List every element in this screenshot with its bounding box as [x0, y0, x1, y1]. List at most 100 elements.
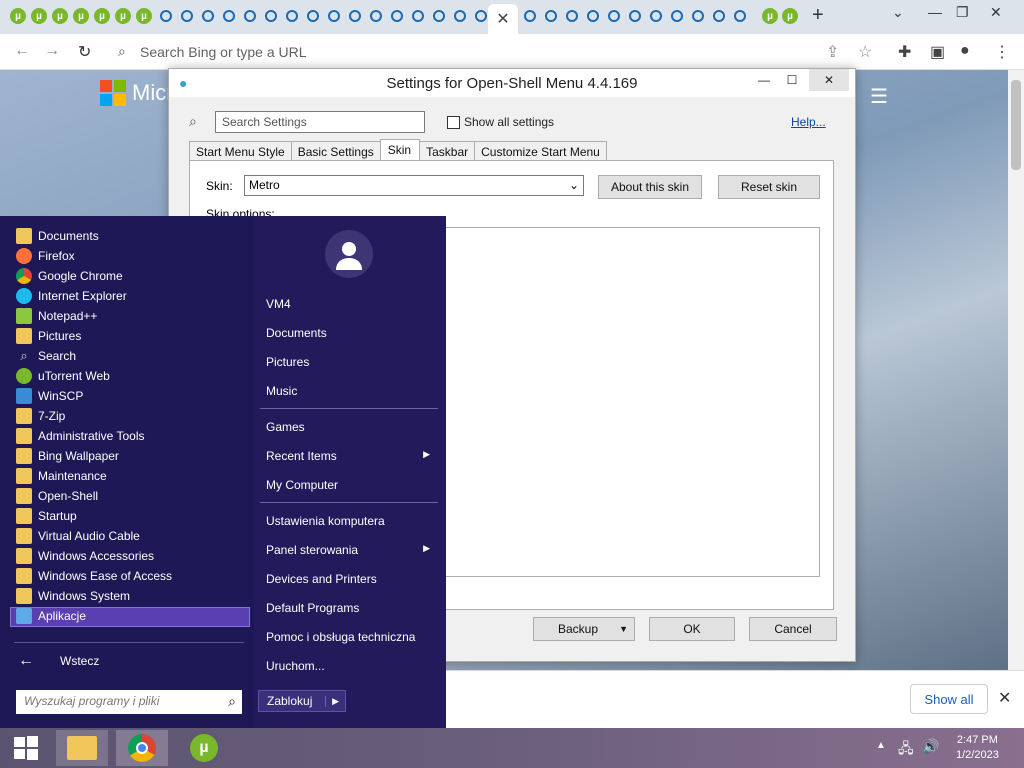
start-search-input[interactable]: Wyszukaj programy i pliki ⌕ [16, 690, 242, 714]
reload-icon[interactable]: ↻ [78, 42, 91, 62]
program-item[interactable]: Firefox [16, 246, 75, 266]
program-item[interactable]: Open-Shell [16, 486, 98, 506]
maximize-icon[interactable]: ☐ [777, 69, 807, 91]
search-tab-icon[interactable] [391, 10, 403, 22]
search-tab-icon[interactable] [713, 10, 725, 22]
show-all-button[interactable]: Show all [910, 684, 988, 714]
start-button[interactable] [0, 730, 52, 766]
utorrent-tab-icon[interactable]: µ [31, 8, 47, 24]
music-item[interactable]: Music [266, 384, 436, 398]
search-tab-icon[interactable] [181, 10, 193, 22]
lock-button[interactable]: Zablokuj ▶ [258, 690, 346, 712]
utorrent-tab-icon[interactable]: µ [52, 8, 68, 24]
share-icon[interactable]: ⇪ [826, 42, 839, 62]
help-link[interactable]: Help... [791, 115, 826, 129]
checkbox[interactable] [447, 115, 460, 129]
search-tab-icon[interactable] [349, 10, 361, 22]
utorrent-tab-icon[interactable]: µ [10, 8, 26, 24]
search-tab-icon[interactable] [692, 10, 704, 22]
back-button[interactable]: ← Wstecz [18, 652, 99, 670]
tab-list-chevron-icon[interactable]: ⌄ [892, 4, 904, 21]
forward-arrow-icon[interactable]: → [44, 42, 60, 60]
restore-icon[interactable]: ❐ [956, 4, 969, 21]
program-item[interactable]: Pictures [16, 326, 81, 346]
search-tab-icon[interactable] [286, 10, 298, 22]
user-name-item[interactable]: VM4 [266, 297, 436, 311]
pc-settings-item[interactable]: Ustawienia komputera [266, 514, 436, 528]
program-item[interactable]: Windows System [16, 586, 130, 606]
search-tab-icon[interactable] [223, 10, 235, 22]
program-item[interactable]: 7-Zip [16, 406, 65, 426]
program-item[interactable]: Internet Explorer [16, 286, 127, 306]
search-tab-icon[interactable] [244, 10, 256, 22]
close-window-icon[interactable]: ✕ [990, 4, 1002, 21]
program-item[interactable]: Google Chrome [16, 266, 123, 286]
control-panel-item[interactable]: Panel sterowania ▶ [266, 543, 436, 557]
documents-item[interactable]: Documents [266, 326, 436, 340]
search-icon[interactable]: ⌕ [228, 693, 236, 710]
minimize-icon[interactable]: — [928, 4, 942, 20]
tab-basic-settings[interactable]: Basic Settings [290, 141, 381, 161]
back-arrow-icon[interactable]: ← [14, 42, 30, 60]
skin-select[interactable]: Metro ⌄ [244, 175, 584, 196]
menu-dots-icon[interactable]: ⋮ [994, 42, 1010, 62]
utorrent-tab-icon[interactable]: µ [762, 8, 778, 24]
active-tab-close-button[interactable]: ✕ [488, 4, 518, 34]
extensions-icon[interactable]: ✚ [898, 42, 911, 62]
program-item[interactable]: Documents [16, 226, 99, 246]
program-item[interactable]: Aplikacje [16, 606, 86, 626]
backup-button[interactable]: Backup ▼ [533, 617, 635, 641]
program-item[interactable]: ⌕ Search [16, 346, 76, 366]
tray-chevron-icon[interactable]: ▲ [876, 740, 886, 751]
search-tab-icon[interactable] [160, 10, 172, 22]
profile-icon[interactable]: ● [960, 42, 970, 60]
search-tab-icon[interactable] [454, 10, 466, 22]
program-item[interactable]: Administrative Tools [16, 426, 145, 446]
program-item[interactable]: Windows Ease of Access [16, 566, 172, 586]
program-item[interactable]: Bing Wallpaper [16, 446, 119, 466]
search-tab-icon[interactable] [328, 10, 340, 22]
search-tab-icon[interactable] [307, 10, 319, 22]
help-support-item[interactable]: Pomoc i obsługa techniczna [266, 630, 436, 644]
hamburger-menu-icon[interactable]: ☰ [870, 84, 888, 109]
user-avatar[interactable] [325, 230, 373, 278]
search-tab-icon[interactable] [629, 10, 641, 22]
reset-skin-button[interactable]: Reset skin [718, 175, 820, 199]
search-tab-icon[interactable] [545, 10, 557, 22]
system-clock[interactable]: 2:47 PM 1/2/2023 [956, 733, 999, 763]
search-tab-icon[interactable] [650, 10, 662, 22]
network-icon[interactable]: 🖧 [898, 738, 914, 762]
search-tab-icon[interactable] [265, 10, 277, 22]
program-item[interactable]: Notepad++ [16, 306, 97, 326]
search-tab-icon[interactable] [566, 10, 578, 22]
utorrent-taskbar-button[interactable]: µ [178, 730, 230, 766]
ok-button[interactable]: OK [649, 617, 735, 641]
tab-customize-start-menu[interactable]: Customize Start Menu [474, 141, 607, 161]
search-tab-icon[interactable] [587, 10, 599, 22]
about-skin-button[interactable]: About this skin [598, 175, 702, 199]
program-item[interactable]: Startup [16, 506, 77, 526]
new-tab-button[interactable]: + [812, 4, 824, 27]
search-settings-input[interactable]: Search Settings [215, 111, 425, 133]
utorrent-tab-icon[interactable]: µ [782, 8, 798, 24]
show-all-settings-checkbox[interactable]: Show all settings [447, 115, 554, 129]
lock-arrow-icon[interactable]: ▶ [325, 695, 345, 707]
run-item[interactable]: Uruchom... [266, 659, 436, 673]
tab-taskbar[interactable]: Taskbar [419, 141, 476, 161]
recent-items-item[interactable]: Recent Items ▶ [266, 449, 436, 463]
search-tab-icon[interactable] [734, 10, 746, 22]
volume-icon[interactable]: 🔊 [922, 738, 939, 755]
cancel-button[interactable]: Cancel [749, 617, 837, 641]
my-computer-item[interactable]: My Computer [266, 478, 436, 492]
search-tab-icon[interactable] [671, 10, 683, 22]
pictures-item[interactable]: Pictures [266, 355, 436, 369]
utorrent-tab-icon[interactable]: µ [94, 8, 110, 24]
scrollbar-thumb[interactable] [1011, 80, 1021, 170]
search-tab-icon[interactable] [524, 10, 536, 22]
tab-start-menu-style[interactable]: Start Menu Style [189, 141, 292, 161]
program-item[interactable]: Windows Accessories [16, 546, 154, 566]
program-item[interactable]: WinSCP [16, 386, 83, 406]
address-bar[interactable]: ⌕ Search Bing or type a URL [108, 38, 888, 66]
program-item[interactable]: uTorrent Web [16, 366, 110, 386]
devices-printers-item[interactable]: Devices and Printers [266, 572, 436, 586]
